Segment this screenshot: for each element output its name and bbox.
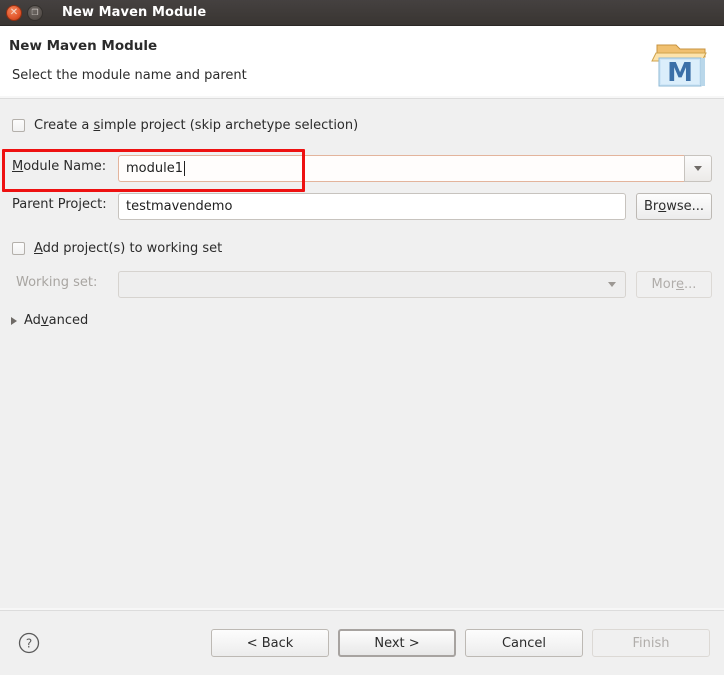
dialog-header: New Maven Module Select the module name … <box>0 26 724 99</box>
more-label-mnemonic: e <box>676 277 685 292</box>
maven-module-icon: M <box>650 31 712 93</box>
header-title: New Maven Module <box>9 38 158 54</box>
text-caret <box>184 161 185 176</box>
add-to-working-set-label: Add project(s) to working set <box>34 241 222 256</box>
browse-label-post: wse... <box>666 199 705 214</box>
new-maven-module-dialog: ✕ ❐ New Maven Module New Maven Module Se… <box>0 0 724 675</box>
parent-project-label: Parent Project: <box>12 197 107 212</box>
help-question-icon[interactable]: ? <box>18 632 40 654</box>
advanced-label-post: anced <box>48 313 89 328</box>
maximize-button[interactable]: ❐ <box>27 4 43 21</box>
working-set-label: Working set: <box>16 275 98 290</box>
working-set-select <box>118 271 626 298</box>
simple-project-label-post: imple project (skip archetype selection) <box>100 118 359 133</box>
simple-project-checkbox[interactable] <box>12 119 25 132</box>
more-label-pre: Mor <box>651 277 677 292</box>
svg-text:M: M <box>667 58 693 88</box>
parent-project-input[interactable]: testmavendemo <box>118 193 626 220</box>
next-button[interactable]: Next > <box>338 629 456 657</box>
advanced-label-pre: Ad <box>24 313 41 328</box>
simple-project-row[interactable]: Create a simple project (skip archetype … <box>12 118 358 133</box>
module-name-label-post: odule Name: <box>23 159 107 174</box>
maximize-icon: ❐ <box>31 7 39 17</box>
title-bar: ✕ ❐ New Maven Module <box>0 0 724 26</box>
module-name-label: Module Name: <box>12 159 106 174</box>
parent-project-label-wrap: Parent Project: <box>12 197 107 212</box>
simple-project-label: Create a simple project (skip archetype … <box>34 118 358 133</box>
module-name-value: module1 <box>126 161 183 176</box>
module-name-label-mnemonic: M <box>12 159 24 174</box>
dialog-footer: ? < Back Next > Cancel Finish <box>0 611 724 675</box>
add-to-working-set-checkbox[interactable] <box>12 242 25 255</box>
close-button[interactable]: ✕ <box>6 4 22 21</box>
add-to-working-set-label-mnemonic: A <box>34 241 43 256</box>
add-to-working-set-row[interactable]: Add project(s) to working set <box>12 241 222 256</box>
browse-label-mnemonic: o <box>658 199 667 214</box>
module-name-dropdown-button[interactable] <box>684 155 712 182</box>
advanced-label-mnemonic: v <box>40 313 49 328</box>
header-subtitle: Select the module name and parent <box>12 68 247 83</box>
advanced-label: Advanced <box>24 313 88 328</box>
working-set-label-wrap: Working set: <box>16 275 97 290</box>
cancel-button[interactable]: Cancel <box>465 629 583 657</box>
close-icon: ✕ <box>9 6 19 18</box>
window-title: New Maven Module <box>62 5 207 20</box>
module-name-label-wrap: Module Name: <box>12 159 106 174</box>
more-button: Mor e... <box>636 271 712 298</box>
svg-text:?: ? <box>26 637 32 651</box>
parent-project-value: testmavendemo <box>126 199 233 214</box>
browse-label-pre: Br <box>643 199 659 214</box>
dialog-content: Create a simple project (skip archetype … <box>0 99 724 611</box>
module-name-combo[interactable]: module1 <box>118 155 712 182</box>
footer-button-group: < Back Next > Cancel Finish <box>211 629 710 657</box>
module-name-input[interactable]: module1 <box>118 155 684 182</box>
more-label-post: ... <box>684 277 697 292</box>
finish-button: Finish <box>592 629 710 657</box>
browse-button[interactable]: Br o wse... <box>636 193 712 220</box>
disclosure-triangle-icon <box>11 316 17 325</box>
chevron-down-icon <box>608 282 616 287</box>
chevron-down-icon <box>694 166 702 171</box>
simple-project-label-pre: Create a <box>34 118 94 133</box>
add-to-working-set-label-post: dd project(s) to working set <box>42 241 223 256</box>
back-button[interactable]: < Back <box>211 629 329 657</box>
advanced-section-toggle[interactable]: Advanced <box>11 313 88 328</box>
